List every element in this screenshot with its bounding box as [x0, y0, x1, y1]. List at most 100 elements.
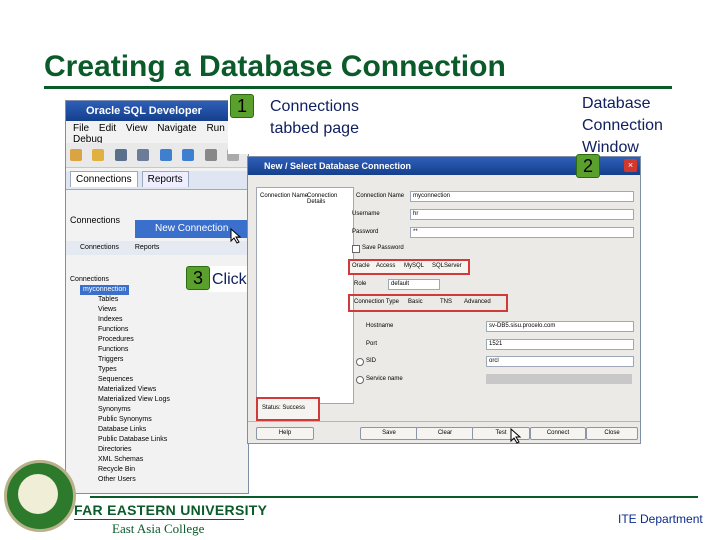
port-label: Port	[366, 341, 378, 347]
menu-file[interactable]: File	[73, 123, 89, 134]
service-name-radio[interactable]	[356, 376, 364, 384]
tab-sqlserver[interactable]: SQLServer	[432, 263, 462, 269]
department-name: ITE Department	[618, 512, 703, 526]
tree-item[interactable]: XML Schemas	[98, 455, 170, 465]
new-icon[interactable]	[70, 149, 82, 161]
status-text: Status: Success	[262, 405, 306, 411]
password-input[interactable]: **	[410, 227, 634, 238]
tree-connection-item[interactable]: myconnection	[80, 285, 130, 295]
tab-access[interactable]: Access	[376, 263, 395, 269]
tree-item[interactable]: Functions	[98, 325, 170, 335]
sql-developer-title: Oracle SQL Developer	[86, 105, 202, 117]
sql-developer-window: Oracle SQL Developer File Edit View Navi…	[65, 100, 249, 494]
tree-item[interactable]: Procedures	[98, 335, 170, 345]
hostname-label: Hostname	[366, 323, 394, 329]
tree-item[interactable]: Triggers	[98, 355, 170, 365]
tree-item[interactable]: Directories	[98, 445, 170, 455]
tab-mysql[interactable]: MySQL	[404, 263, 424, 269]
university-name: FAR EASTERN UNIVERSITY	[74, 502, 268, 518]
menu-bar: File Edit View Navigate Run Debug	[66, 123, 248, 145]
save-button[interactable]: Save	[360, 427, 418, 440]
tree-item[interactable]: Views	[98, 305, 170, 315]
tree-item[interactable]: Functions	[98, 345, 170, 355]
radio-tns[interactable]: TNS	[440, 299, 452, 305]
undo-icon[interactable]	[159, 149, 172, 161]
tab-oracle[interactable]: Oracle	[352, 263, 370, 269]
callout-1-line: tabbed page	[270, 120, 359, 137]
sid-label: SID	[366, 358, 377, 364]
navigator-tabs: Connections Reports	[66, 171, 248, 190]
tree-item[interactable]: Materialized Views	[98, 385, 170, 395]
callout-1-number: 1	[230, 94, 254, 118]
callout-1-line: Connections	[270, 98, 359, 115]
tab-connections-secondary[interactable]: Connections	[80, 244, 119, 251]
connection-type-group: Connection Type Basic TNS Advanced	[348, 294, 508, 312]
role-select[interactable]: default	[388, 279, 440, 290]
sql-developer-titlebar: Oracle SQL Developer	[66, 101, 248, 121]
menu-edit[interactable]: Edit	[99, 123, 116, 134]
menu-run[interactable]: Run	[206, 123, 224, 134]
list-header-name: Connection Name	[260, 193, 309, 199]
tree-item[interactable]: Tables	[98, 295, 170, 305]
password-label: Password	[352, 229, 379, 235]
sid-input[interactable]: orcl	[486, 356, 634, 367]
callout-2-number: 2	[576, 154, 600, 178]
tree-item[interactable]: Other Users	[98, 475, 170, 485]
navigator-tabs-secondary: Connections Reports	[66, 241, 248, 255]
title-underline	[44, 86, 672, 89]
close-button[interactable]: Close	[586, 427, 638, 440]
save-password-label: Save Password	[362, 245, 404, 251]
menu-navigate[interactable]: Navigate	[157, 123, 196, 134]
footer-rule	[90, 496, 698, 498]
tab-connections[interactable]: Connections	[70, 171, 138, 187]
database-connection-dialog: New / Select Database Connection × Conne…	[247, 156, 641, 444]
callout-3-number: 3	[186, 266, 210, 290]
tree-item[interactable]: Public Synonyms	[98, 415, 170, 425]
clear-button[interactable]: Clear	[416, 427, 474, 440]
tree-root[interactable]: Connections	[70, 275, 170, 285]
tree-item[interactable]: Synonyms	[98, 405, 170, 415]
university-seal-center	[18, 474, 58, 514]
username-input[interactable]: hr	[410, 209, 634, 220]
tab-reports-secondary[interactable]: Reports	[135, 244, 160, 251]
connection-tree: Connections myconnection Tables Views In…	[70, 275, 170, 485]
help-button[interactable]: Help	[256, 427, 314, 440]
port-input[interactable]: 1521	[486, 339, 634, 350]
save-all-icon[interactable]	[137, 149, 150, 161]
connection-name-input[interactable]: myconnection	[410, 191, 634, 202]
connection-type-label: Connection Type	[354, 299, 399, 305]
save-password-checkbox[interactable]	[352, 245, 360, 253]
slide-title: Creating a Database Connection	[44, 50, 506, 83]
tree-item[interactable]: Indexes	[98, 315, 170, 325]
tab-reports[interactable]: Reports	[141, 171, 189, 187]
role-label: Role	[354, 281, 367, 287]
tree-item[interactable]: Database Links	[98, 425, 170, 435]
connections-node-label[interactable]: Connections	[70, 215, 120, 225]
tree-item[interactable]: Public Database Links	[98, 435, 170, 445]
dialog-title: New / Select Database Connection	[264, 161, 412, 171]
status-box: Status: Success	[256, 397, 320, 421]
database-type-tabs: Oracle Access MySQL SQLServer	[348, 259, 470, 275]
redo-icon[interactable]	[182, 149, 195, 161]
test-mouse-cursor-icon	[510, 428, 522, 444]
tree-item[interactable]: Sequences	[98, 375, 170, 385]
connect-button[interactable]: Connect	[530, 427, 586, 440]
cut-icon[interactable]	[204, 149, 217, 161]
close-icon[interactable]: ×	[624, 159, 637, 172]
radio-basic[interactable]: Basic	[408, 299, 423, 305]
username-label: Username	[352, 211, 380, 217]
connection-list-pane: Connection Name Connection Details	[256, 187, 354, 404]
tree-item[interactable]: Types	[98, 365, 170, 375]
service-name-input[interactable]	[486, 374, 632, 384]
hostname-input[interactable]: sv-DB5.sisu.procelo.com	[486, 321, 634, 332]
sid-radio[interactable]	[356, 358, 364, 366]
save-icon[interactable]	[114, 149, 127, 161]
open-folder-icon[interactable]	[92, 149, 105, 161]
callout-2-line: Database	[582, 95, 651, 112]
service-name-label: Service name	[366, 376, 403, 382]
radio-advanced[interactable]: Advanced	[464, 299, 491, 305]
tree-item[interactable]: Recycle Bin	[98, 465, 170, 475]
callout-1-text: Connections tabbed page	[270, 96, 359, 140]
tree-item[interactable]: Materialized View Logs	[98, 395, 170, 405]
menu-view[interactable]: View	[126, 123, 148, 134]
